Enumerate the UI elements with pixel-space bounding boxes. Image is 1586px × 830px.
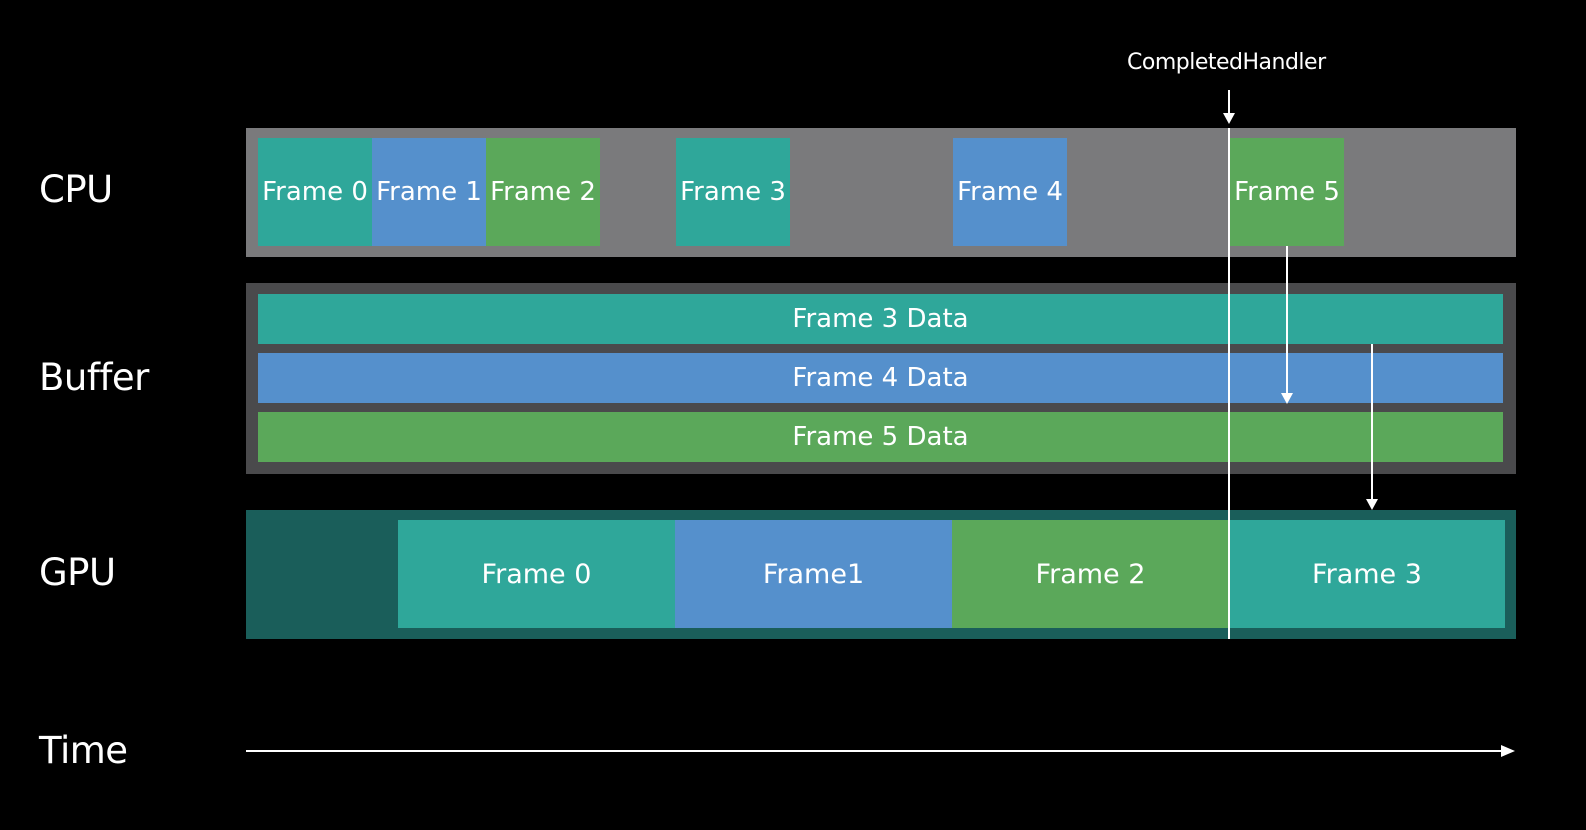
- gpu-frame-2: Frame 2: [952, 520, 1229, 628]
- completed-handler-line: [1228, 128, 1230, 639]
- time-axis-line: [246, 750, 1502, 752]
- cpu-frame-4: Frame 4: [953, 138, 1067, 246]
- completed-handler-arrowhead: [1223, 113, 1235, 124]
- cpu-label: CPU: [39, 168, 113, 211]
- frame-3-read-arrowhead: [1366, 499, 1378, 510]
- cpu-frame-2: Frame 2: [486, 138, 600, 246]
- gpu-frame-0: Frame 0: [398, 520, 675, 628]
- cpu-frame-0: Frame 0: [258, 138, 372, 246]
- time-axis-arrowhead: [1501, 745, 1515, 757]
- buffer-label: Buffer: [39, 356, 149, 399]
- buffer-row-frame-5-data: Frame 5 Data: [258, 412, 1503, 462]
- cpu-frame-5: Frame 5: [1230, 138, 1344, 246]
- completed-handler-annotation: CompletedHandler: [1127, 50, 1326, 75]
- time-label: Time: [39, 729, 128, 772]
- cpu-frame-1: Frame 1: [372, 138, 486, 246]
- frame-5-write-arrow-shaft: [1286, 246, 1288, 394]
- gpu-label: GPU: [39, 551, 116, 594]
- frame-3-read-arrow-shaft: [1371, 344, 1373, 500]
- buffer-row-frame-4-data: Frame 4 Data: [258, 353, 1503, 403]
- gpu-frame-1: Frame1: [675, 520, 952, 628]
- frame-5-write-arrowhead: [1281, 393, 1293, 404]
- buffer-row-frame-3-data: Frame 3 Data: [258, 294, 1503, 344]
- cpu-frame-3: Frame 3: [676, 138, 790, 246]
- completed-handler-arrow-shaft: [1228, 90, 1230, 114]
- gpu-frame-3: Frame 3: [1229, 520, 1505, 628]
